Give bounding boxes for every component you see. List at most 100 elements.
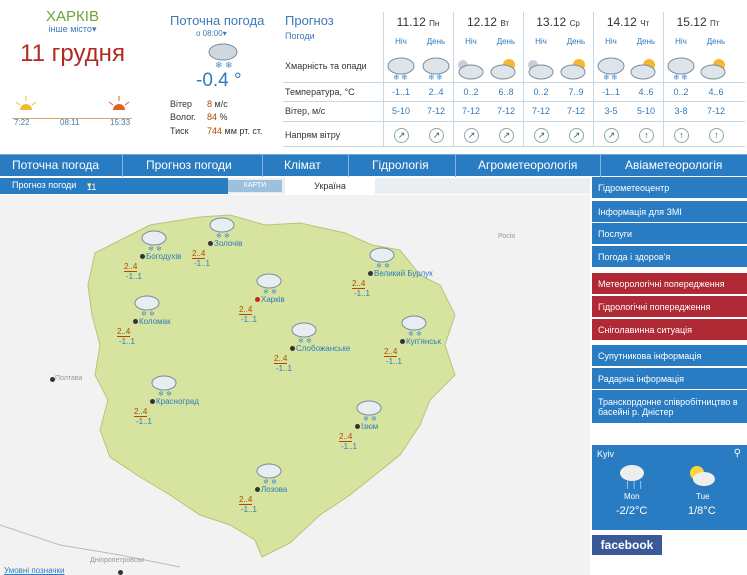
city-label[interactable]: Коломак	[139, 317, 171, 326]
forecast-day-header[interactable]: 11.12 Пн	[383, 15, 453, 29]
kyiv-day-2: Tue	[696, 492, 710, 501]
svg-text:❄: ❄	[224, 232, 230, 239]
wind-value: 8 м/с	[207, 99, 228, 109]
city-dot	[133, 319, 138, 324]
city-label[interactable]: Слобожанське	[296, 344, 350, 353]
sun-cloud-icon	[700, 59, 726, 80]
nav-current-weather[interactable]: Поточна погода	[12, 158, 99, 172]
city-label[interactable]: Великий Бурлук	[374, 269, 433, 278]
sidebar-item[interactable]: Метеорологічні попередження	[592, 273, 747, 294]
svg-text:❘❘❘: ❘❘❘	[624, 480, 644, 489]
region-map[interactable]: ❄ ❄ Богодухів 2..4 -1..1 ❄ ❄ Золочів 2..4 -1..1 ❄ ❄…	[0, 195, 590, 575]
wind-direction-icon: ↑	[674, 128, 689, 143]
forecast-wind: 5-10	[636, 106, 655, 116]
forecast-title: Прогноз	[285, 13, 334, 28]
snow-cloud-icon: ❄ ❄	[356, 400, 382, 422]
city-label[interactable]: Лозова	[261, 485, 287, 494]
period-night: Ніч	[465, 37, 477, 46]
city-label[interactable]: Золочів	[214, 239, 242, 248]
forecast-temp: 0..2	[673, 87, 689, 97]
sidebar-item[interactable]: Радарна інформація	[592, 368, 747, 389]
sidebar-item[interactable]: Сніголавинна ситуація	[592, 319, 747, 340]
wind-direction-icon: ↗	[464, 128, 479, 143]
search-icon[interactable]: ⚲	[734, 448, 741, 459]
city-label[interactable]: Ізюм	[361, 422, 378, 431]
nav-separator	[348, 155, 349, 177]
wind-direction-icon: ↗	[429, 128, 444, 143]
sidebar-item[interactable]: Погода і здоров'я	[592, 246, 747, 267]
snow-cloud-icon: ❄ ❄	[256, 463, 282, 485]
svg-text:❄: ❄	[384, 262, 390, 269]
forecast-day-header[interactable]: 12.12 Вт	[453, 15, 523, 29]
city-label[interactable]: Куп'янськ	[406, 337, 441, 346]
sun-cloud-icon	[630, 59, 656, 80]
sunrise-time: 7:22	[14, 118, 30, 127]
noon-time: 08:11	[60, 118, 80, 127]
facebook-link[interactable]: facebook	[592, 535, 662, 555]
snow-cloud-icon: ❄ ❄	[134, 295, 160, 317]
tab-forecast[interactable]: Прогноз погоди 11 грудня▾	[0, 178, 228, 202]
city-night-temp: -1..1	[241, 315, 258, 324]
nav-climate[interactable]: Клімат	[284, 158, 321, 172]
grid-line	[283, 82, 745, 83]
sunset-time: 15:33	[110, 118, 131, 127]
city-day-temp: 2..4	[239, 305, 253, 315]
sidebar-item[interactable]: Транскордонне співробітництво в басейні …	[592, 390, 747, 423]
nav-forecast[interactable]: Прогноз погоди	[146, 158, 232, 172]
svg-text:❄: ❄	[428, 73, 435, 82]
legend-link[interactable]: Умовні позначки	[4, 566, 65, 575]
snow-cloud-icon: ❄ ❄	[209, 217, 235, 239]
city-dot	[368, 271, 373, 276]
sidebar-item[interactable]: Гідрологічні попередження	[592, 296, 747, 317]
sidebar-item[interactable]: Послуги	[592, 223, 747, 244]
period-day: День	[566, 37, 586, 46]
grid-line	[283, 121, 745, 122]
sidebar-item[interactable]: Інформація для ЗМІ	[592, 201, 747, 222]
kyiv-temp-2: 1/8°C	[688, 505, 716, 517]
kyiv-widget[interactable]: Kyiv ⚲ ❘❘❘ Mon Tue -2/2°C 1/8°C	[592, 445, 747, 530]
city-day-temp: 2..4	[384, 347, 398, 357]
sun-cloud-icon	[560, 59, 586, 80]
city-label[interactable]: Красноград	[156, 397, 199, 406]
city-day-temp: 2..4	[352, 279, 366, 289]
city-dot	[118, 570, 123, 575]
city-dot	[255, 297, 260, 302]
city-night-temp: -1..1	[119, 337, 136, 346]
current-temperature: -0.4 °	[196, 70, 242, 91]
forecast-temp: 4..6	[638, 87, 654, 97]
nav-aviameteorology[interactable]: Авіаметеорологія	[625, 158, 722, 172]
period-night: Ніч	[675, 37, 687, 46]
svg-text:❄: ❄	[216, 232, 222, 239]
tab-ukraine[interactable]: Україна	[285, 178, 375, 194]
forecast-wind: 5-10	[391, 106, 410, 116]
other-city-link[interactable]: інше місто▾	[0, 24, 145, 35]
forecast-wind: 7-12	[496, 106, 515, 116]
forecast-day-header[interactable]: 15.12 Пт	[663, 15, 733, 29]
forecast-temp: 0..2	[463, 87, 479, 97]
snow-cloud-icon: ❄ ❄	[256, 273, 282, 295]
date-select[interactable]: 11 грудня▾	[87, 180, 114, 202]
svg-text:❄: ❄	[263, 478, 269, 485]
maps-button[interactable]: КАРТИ	[228, 180, 282, 192]
forecast-day-header[interactable]: 14.12 Чт	[593, 15, 663, 29]
nav-agrometeorology[interactable]: Агрометеорологія	[478, 158, 577, 172]
sidebar-item[interactable]: Гідрометеоцентр	[592, 177, 747, 198]
svg-text:❄: ❄	[408, 330, 414, 337]
neighbour-poltava: Полтава	[55, 375, 83, 382]
nav-hydrology[interactable]: Гідрологія	[372, 158, 429, 172]
forecast-temp: 2..4	[428, 87, 444, 97]
city-night-temp: -1..1	[276, 364, 293, 373]
svg-text:❄: ❄	[215, 60, 223, 70]
sidebar-item[interactable]: Супутникова інформація	[592, 345, 747, 366]
row-label-wind: Вітер, м/с	[285, 106, 326, 116]
wind-direction-icon: ↗	[499, 128, 514, 143]
forecast-day-header[interactable]: 13.12 Ср	[523, 15, 593, 29]
nav-separator	[262, 155, 263, 177]
sunrise-icon	[15, 96, 37, 110]
svg-text:❄: ❄	[306, 337, 312, 344]
city-label[interactable]: Богодухів	[146, 252, 181, 261]
row-label-direction: Напрям вітру	[285, 130, 341, 140]
svg-text:❄: ❄	[148, 245, 154, 252]
city-label[interactable]: Харків	[261, 295, 285, 304]
current-time-select[interactable]: о 08:00▾	[196, 29, 227, 38]
